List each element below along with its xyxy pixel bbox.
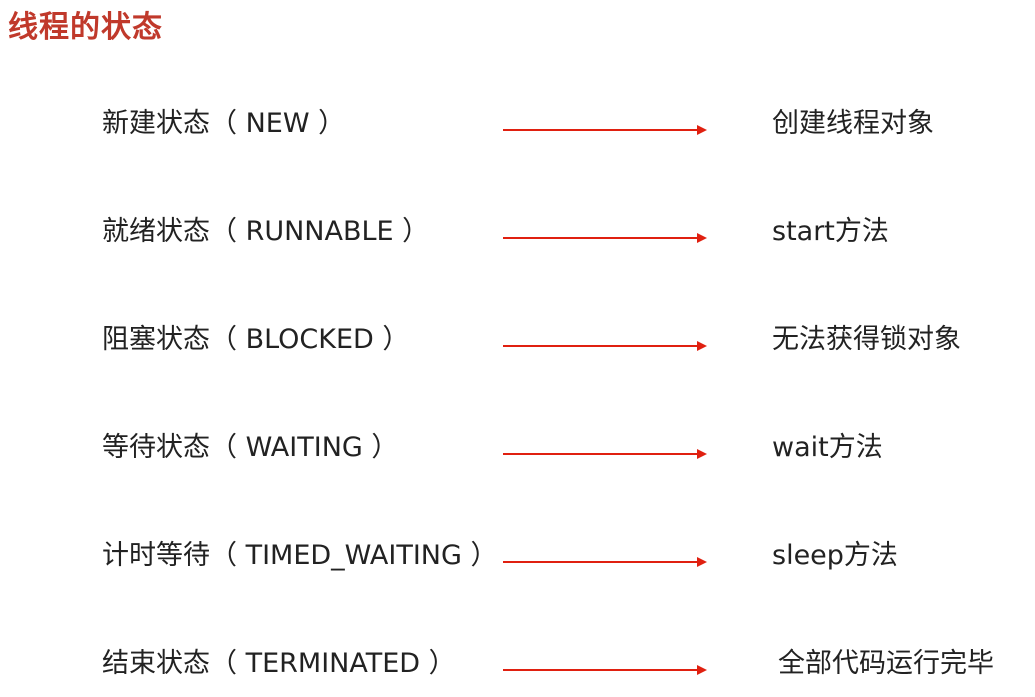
right-arrow-icon: [503, 124, 707, 136]
thread-state-list: 新建状态（ NEW ） 创建线程对象 就绪状态（ RUNNABLE ） star…: [0, 0, 1035, 697]
list-item: 新建状态（ NEW ） 创建线程对象: [0, 102, 1035, 146]
state-label: 新建状态（ NEW ）: [102, 108, 346, 139]
state-description: start方法: [772, 216, 889, 247]
list-item: 结束状态（ TERMINATED ） 全部代码运行完毕: [0, 642, 1035, 686]
state-description: 创建线程对象: [772, 108, 934, 139]
right-arrow-icon: [503, 448, 707, 460]
state-description: 无法获得锁对象: [772, 324, 961, 355]
state-label: 等待状态（ WAITING ）: [102, 432, 399, 463]
right-arrow-icon: [503, 232, 707, 244]
state-description: wait方法: [772, 432, 883, 463]
state-label: 结束状态（ TERMINATED ）: [102, 648, 456, 679]
right-arrow-icon: [503, 556, 707, 568]
state-label: 计时等待（ TIMED_WAITING ）: [102, 540, 498, 571]
right-arrow-icon: [503, 340, 707, 352]
list-item: 就绪状态（ RUNNABLE ） start方法: [0, 210, 1035, 254]
right-arrow-icon: [503, 664, 707, 676]
list-item: 计时等待（ TIMED_WAITING ） sleep方法: [0, 534, 1035, 578]
list-item: 等待状态（ WAITING ） wait方法: [0, 426, 1035, 470]
state-description: 全部代码运行完毕: [778, 648, 994, 679]
state-description: sleep方法: [772, 540, 898, 571]
state-label: 就绪状态（ RUNNABLE ）: [102, 216, 430, 247]
list-item: 阻塞状态（ BLOCKED ） 无法获得锁对象: [0, 318, 1035, 362]
state-label: 阻塞状态（ BLOCKED ）: [102, 324, 410, 355]
